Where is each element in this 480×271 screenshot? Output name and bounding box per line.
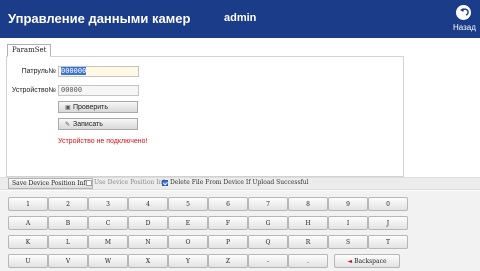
patrol-number-input[interactable]: 000000 [58, 66, 139, 77]
page-title: Управление данными камер [8, 11, 191, 26]
device-number-value: 00000 [61, 86, 83, 94]
back-button[interactable]: Назад [446, 2, 480, 38]
delete-file-checkbox[interactable] [162, 180, 168, 186]
use-device-position-checkbox[interactable] [86, 180, 92, 186]
key-t[interactable]: T [368, 235, 408, 249]
tab-paramset[interactable]: ParamSet [7, 44, 52, 57]
check-button-label: Проверить [73, 103, 109, 111]
key-n[interactable]: N [128, 235, 168, 249]
back-arrow-icon [456, 5, 471, 20]
patrol-number-value: 000000 [61, 67, 87, 75]
current-user: admin [224, 12, 257, 24]
key-c[interactable]: C [88, 216, 128, 230]
key-dash[interactable]: - [248, 254, 288, 268]
key-g[interactable]: G [248, 216, 288, 230]
key-m[interactable]: M [88, 235, 128, 249]
key-6[interactable]: 6 [208, 197, 248, 211]
app-header: Управление данными камер admin Назад [0, 0, 480, 38]
key-y[interactable]: Y [168, 254, 208, 268]
key-u[interactable]: U [8, 254, 48, 268]
use-device-position-label: Use Device Position Info [94, 179, 169, 186]
key-7[interactable]: 7 [248, 197, 288, 211]
key-j[interactable]: J [368, 216, 408, 230]
back-button-label: Назад [453, 23, 476, 32]
key-s[interactable]: S [328, 235, 368, 249]
key-a[interactable]: A [8, 216, 48, 230]
key-p[interactable]: P [208, 235, 248, 249]
key-1[interactable]: 1 [8, 197, 48, 211]
key-2[interactable]: 2 [48, 197, 88, 211]
backspace-icon: ◄ [347, 257, 353, 265]
backspace-label: Backspace [354, 257, 387, 265]
on-screen-keyboard: 1 2 3 4 5 6 7 8 9 0 A B C D E F G H I J … [0, 191, 480, 271]
key-v[interactable]: V [48, 254, 88, 268]
key-d[interactable]: D [128, 216, 168, 230]
save-device-position-button[interactable]: Save Device Position Info [8, 178, 94, 189]
check-button[interactable]: ▣ Проверить [58, 101, 138, 113]
key-dot[interactable]: . [288, 254, 328, 268]
device-number-input[interactable]: 00000 [58, 85, 139, 96]
key-r[interactable]: R [288, 235, 328, 249]
key-8[interactable]: 8 [288, 197, 328, 211]
key-z[interactable]: Z [208, 254, 248, 268]
key-9[interactable]: 9 [328, 197, 368, 211]
key-x[interactable]: X [128, 254, 168, 268]
key-q[interactable]: Q [248, 235, 288, 249]
key-4[interactable]: 4 [128, 197, 168, 211]
key-5[interactable]: 5 [168, 197, 208, 211]
key-f[interactable]: F [208, 216, 248, 230]
key-0[interactable]: 0 [368, 197, 408, 211]
backspace-key[interactable]: ◄ Backspace [334, 254, 400, 268]
key-e[interactable]: E [168, 216, 208, 230]
write-button[interactable]: ✎ Записать [58, 118, 138, 130]
delete-file-label: Delete File From Device If Upload Succes… [170, 179, 309, 186]
connection-status-message: Устройство не подключено! [58, 138, 148, 145]
key-i[interactable]: I [328, 216, 368, 230]
key-l[interactable]: L [48, 235, 88, 249]
patrol-number-label: Патруль№ [21, 68, 56, 75]
key-o[interactable]: O [168, 235, 208, 249]
device-number-label: Устройство№ [11, 87, 56, 94]
write-icon: ✎ [65, 121, 71, 128]
key-w[interactable]: W [88, 254, 128, 268]
key-h[interactable]: H [288, 216, 328, 230]
key-3[interactable]: 3 [88, 197, 128, 211]
check-icon: ▣ [65, 104, 71, 111]
write-button-label: Записать [73, 120, 103, 128]
key-b[interactable]: B [48, 216, 88, 230]
key-k[interactable]: K [8, 235, 48, 249]
